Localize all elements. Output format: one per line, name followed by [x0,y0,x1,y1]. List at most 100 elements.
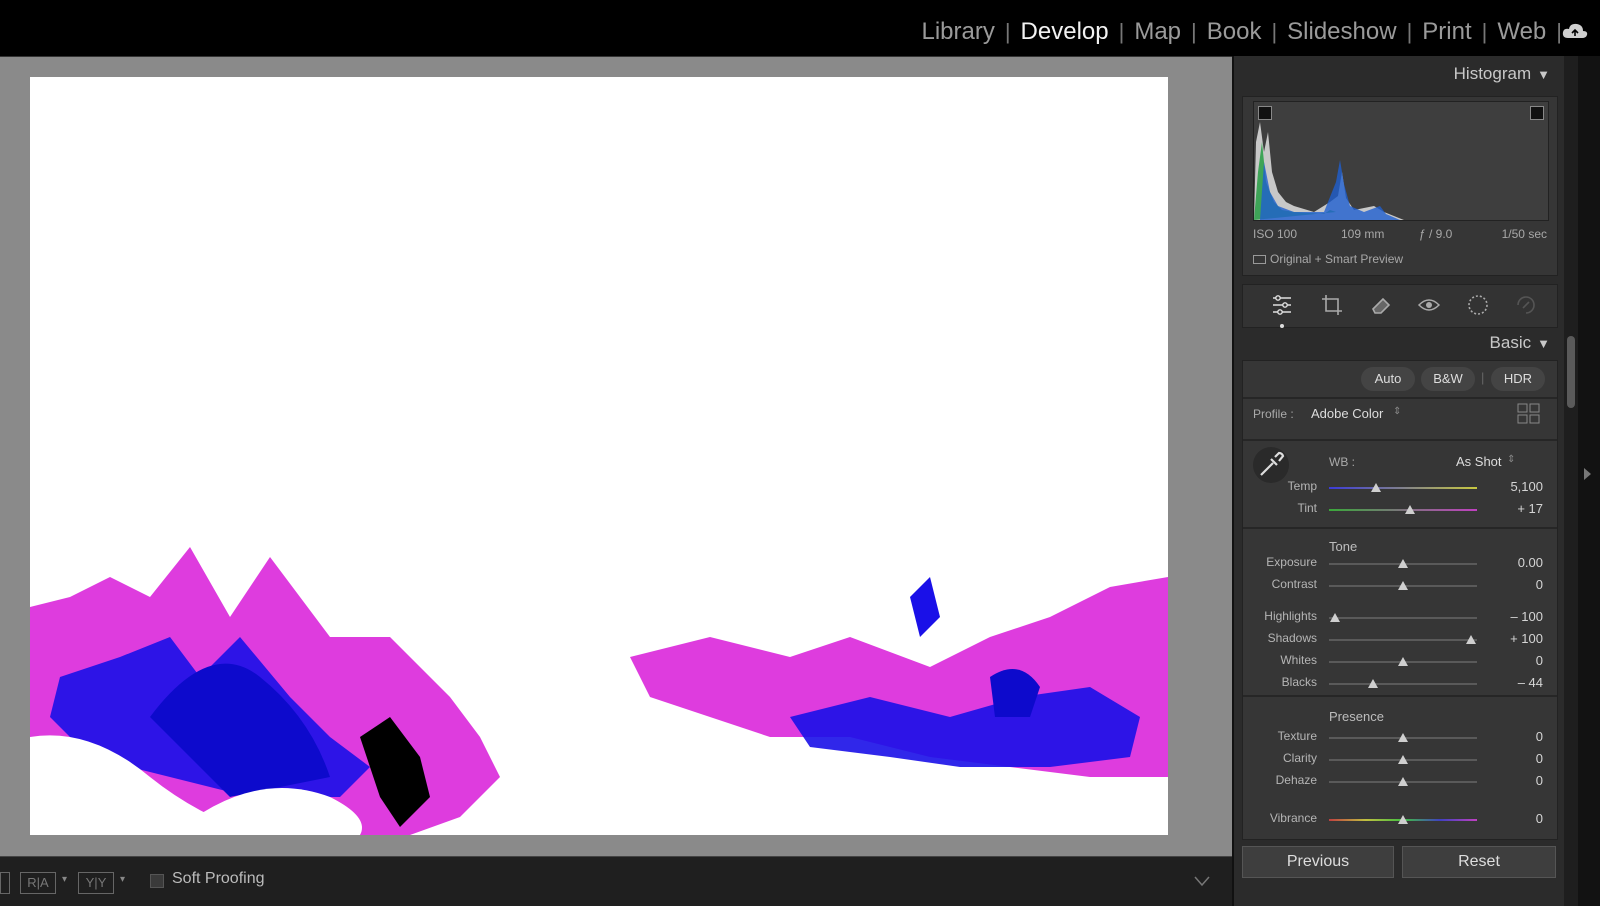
presets-icon[interactable] [1514,293,1538,317]
slider-thumb-blacks[interactable] [1368,679,1379,688]
slider-value-contrast[interactable]: 0 [1483,577,1543,592]
soft-proofing-checkbox[interactable] [150,874,164,888]
slider-thumb-clarity[interactable] [1398,755,1408,764]
slider-thumb-whites[interactable] [1398,657,1408,666]
divider [1243,695,1557,697]
aperture-readout: ƒ / 9.0 [1419,227,1453,241]
collapse-triangle-icon[interactable]: ▼ [1537,67,1550,82]
profile-browser-icon[interactable] [1517,403,1541,425]
hdr-button[interactable]: HDR [1491,367,1545,391]
histogram-panel: ISO 100 109 mm ƒ / 9.0 1/50 sec Original… [1242,96,1558,276]
split-dropdown-icon[interactable]: ▾ [120,874,125,885]
scrollbar-thumb[interactable] [1567,336,1575,408]
module-develop[interactable]: Develop [1011,18,1119,46]
module-map[interactable]: Map [1124,18,1191,46]
slider-thumb-tint[interactable] [1405,505,1416,514]
image-canvas[interactable] [0,56,1232,856]
basic-panel: Auto B&W | HDR Profile : Adobe Color ⇕ W… [1242,360,1558,840]
module-web[interactable]: Web [1487,18,1556,46]
module-print[interactable]: Print [1412,18,1481,46]
pill-separator: | [1481,370,1485,385]
profile-dropdown-icon[interactable]: ⇕ [1393,406,1401,417]
slider-value-highlights[interactable]: – 100 [1483,609,1543,624]
active-tool-indicator [1280,324,1284,328]
slider-value-blacks[interactable]: – 44 [1483,675,1543,690]
slider-value-vibrance[interactable]: 0 [1483,811,1543,826]
reset-button[interactable]: Reset [1402,846,1556,878]
slider-thumb-highlights[interactable] [1329,613,1340,622]
profile-label: Profile : [1253,407,1294,421]
wb-select[interactable]: As Shot [1456,454,1502,469]
slider-track-highlights[interactable] [1329,617,1477,619]
photo-preview[interactable] [30,77,1168,835]
tool-strip [1242,284,1558,328]
panel-scrollbar[interactable] [1564,56,1578,906]
loupe-view-button[interactable] [0,872,10,894]
histogram-curves [1254,122,1404,220]
slider-thumb-temp[interactable] [1371,483,1382,492]
profile-select[interactable]: Adobe Color [1311,406,1383,421]
slider-value-tint[interactable]: + 17 [1483,501,1543,516]
basic-header[interactable]: Basic ▼ [1490,333,1550,353]
divider [1243,527,1557,529]
slider-label-highlights: Highlights [1264,609,1317,623]
slider-value-temp[interactable]: 5,100 [1483,479,1543,494]
slider-value-clarity[interactable]: 0 [1483,751,1543,766]
toolbar-menu-icon[interactable] [1194,875,1210,887]
before-after-split-button[interactable]: Y|Y [78,872,114,894]
presence-heading: Presence [1329,709,1384,724]
divider [1243,439,1557,441]
shutter-readout: 1/50 sec [1501,227,1547,241]
slider-label-whites: Whites [1280,653,1317,667]
highlight-clipping-icon[interactable] [1530,106,1544,120]
module-book[interactable]: Book [1197,18,1272,46]
slider-value-dehaze[interactable]: 0 [1483,773,1543,788]
slider-track-shadows[interactable] [1329,639,1477,641]
before-after-dropdown-icon[interactable]: ▾ [62,874,67,885]
divider [1243,397,1557,399]
slider-thumb-dehaze[interactable] [1398,777,1408,786]
develop-right-panel: Histogram ▼ ISO 100 109 mm ƒ / 9.0 1/50 s… [1232,56,1564,906]
slider-label-tint: Tint [1297,501,1317,515]
crop-icon[interactable] [1320,293,1344,317]
module-library[interactable]: Library [911,18,1004,46]
shadow-clipping-icon[interactable] [1258,106,1272,120]
collapse-triangle-icon[interactable]: ▼ [1537,336,1550,351]
slider-track-blacks[interactable] [1329,683,1477,685]
right-panel-edge[interactable] [1578,56,1600,906]
slider-thumb-shadows[interactable] [1466,635,1477,644]
tone-heading: Tone [1329,539,1358,554]
slider-thumb-vibrance[interactable] [1398,815,1408,824]
slider-label-temp: Temp [1287,479,1317,493]
slider-thumb-texture[interactable] [1398,733,1408,742]
bw-button[interactable]: B&W [1421,367,1475,391]
slider-track-temp[interactable] [1329,487,1477,489]
slider-value-texture[interactable]: 0 [1483,729,1543,744]
cloud-sync-icon[interactable] [1562,22,1588,40]
soft-proofing-label: Soft Proofing [172,870,265,887]
edit-sliders-icon[interactable] [1270,293,1294,317]
slider-thumb-exposure[interactable] [1398,559,1408,568]
preview-status-label: Original + Smart Preview [1270,252,1404,266]
slider-thumb-contrast[interactable] [1398,581,1408,590]
wb-dropdown-icon[interactable]: ⇕ [1507,454,1515,465]
histogram-graph[interactable] [1253,101,1549,221]
module-slideshow[interactable]: Slideshow [1277,18,1406,46]
white-balance-eyedropper-icon[interactable] [1253,447,1289,483]
iso-readout: ISO 100 [1253,227,1298,241]
smart-preview-status[interactable]: Original + Smart Preview [1253,252,1403,266]
eraser-icon[interactable] [1369,293,1393,317]
slider-value-whites[interactable]: 0 [1483,653,1543,668]
before-after-button[interactable]: R|A [20,872,56,894]
previous-button[interactable]: Previous [1242,846,1394,878]
slider-track-tint[interactable] [1329,509,1477,511]
slider-label-contrast: Contrast [1271,577,1317,591]
expand-arrow-icon[interactable] [1584,468,1591,480]
red-eye-icon[interactable] [1417,293,1441,317]
masking-icon[interactable] [1466,293,1490,317]
histogram-header[interactable]: Histogram ▼ [1454,64,1550,84]
slider-value-exposure[interactable]: 0.00 [1483,555,1543,570]
focal-length-readout: 109 mm [1341,227,1385,241]
slider-value-shadows[interactable]: + 100 [1483,631,1543,646]
auto-button[interactable]: Auto [1361,367,1415,391]
